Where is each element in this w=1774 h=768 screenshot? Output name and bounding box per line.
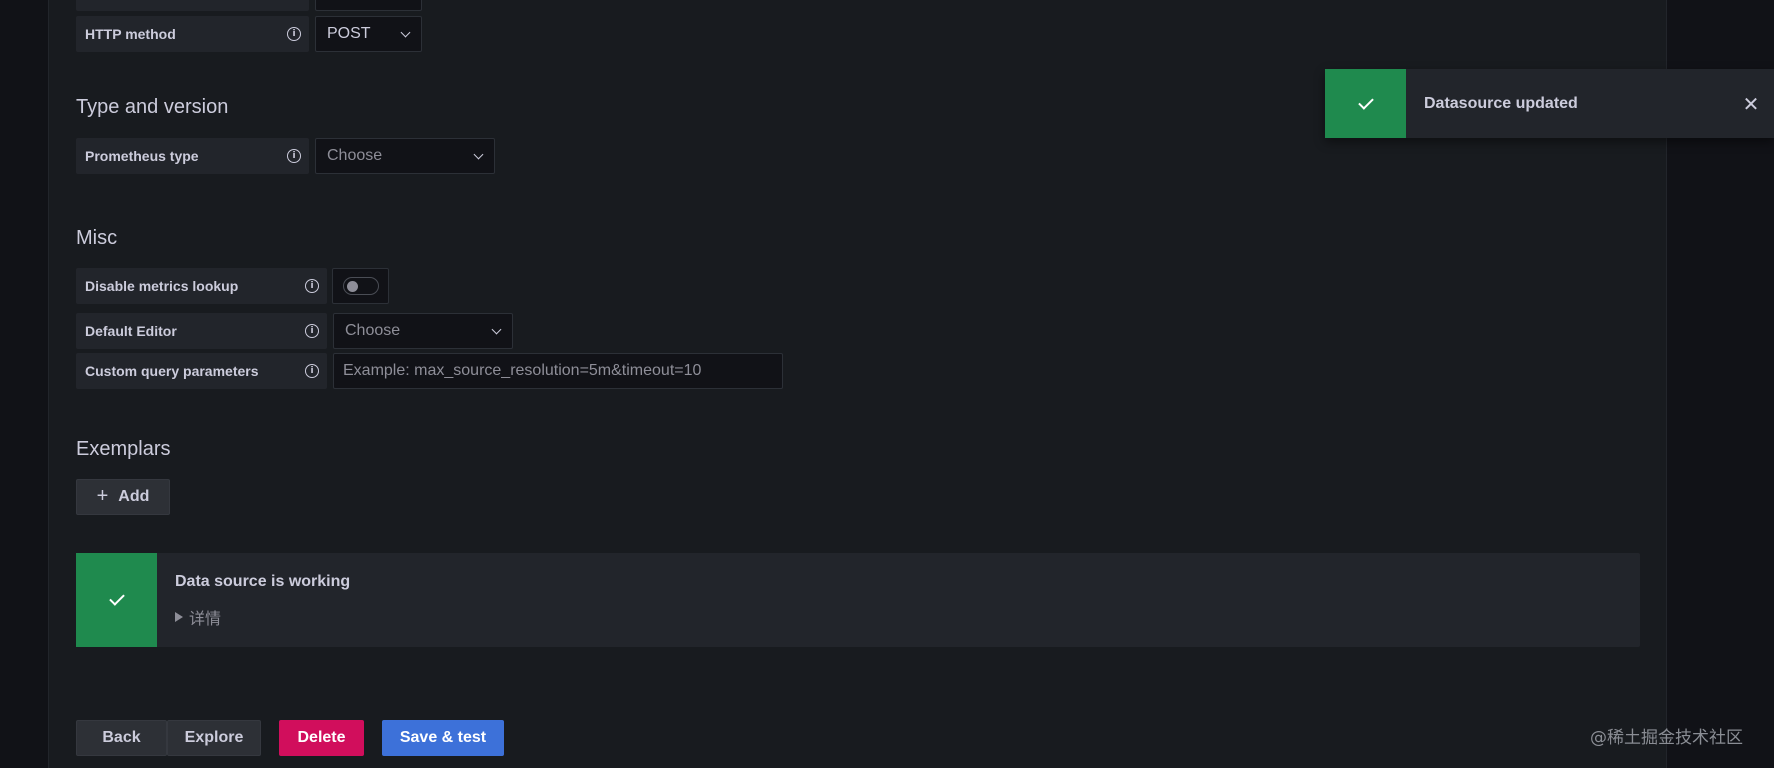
custom-query-label-box: Custom query parameters i [76, 353, 327, 389]
info-icon[interactable]: i [305, 364, 319, 378]
check-icon [1357, 93, 1374, 110]
cut-off-label-row [76, 0, 309, 11]
cut-off-input[interactable] [315, 0, 422, 11]
disable-metrics-label-box: Disable metrics lookup i [76, 268, 327, 304]
alert-icon-box [76, 553, 157, 647]
close-icon[interactable]: ✕ [1728, 69, 1774, 138]
info-icon[interactable]: i [305, 279, 319, 293]
alert-details-toggle[interactable]: 详情 [175, 605, 350, 629]
disable-metrics-label: Disable metrics lookup [85, 278, 239, 294]
watermark: @稀土掘金技术社区 [1590, 728, 1743, 748]
datasource-working-alert: Data source is working 详情 [76, 553, 1640, 647]
disable-metrics-toggle[interactable] [342, 277, 379, 295]
chevron-down-icon [473, 149, 484, 159]
info-icon[interactable]: i [287, 27, 301, 41]
add-exemplar-label: Add [118, 488, 150, 505]
info-icon[interactable]: i [287, 149, 301, 163]
prometheus-type-label: Prometheus type [85, 148, 199, 164]
custom-query-input[interactable] [333, 353, 783, 389]
misc-title: Misc [76, 227, 118, 249]
prometheus-type-label-box: Prometheus type i [76, 138, 309, 174]
default-editor-placeholder: Choose [345, 322, 401, 339]
plus-icon: + [96, 485, 109, 507]
alert-body: Data source is working 详情 [157, 553, 368, 647]
default-editor-label-box: Default Editor i [76, 313, 327, 349]
save-test-button[interactable]: Save & test [382, 720, 504, 756]
default-editor-select[interactable]: Choose [333, 313, 513, 349]
disable-metrics-toggle-wrap [332, 268, 389, 304]
chevron-down-icon [491, 324, 502, 334]
check-icon [108, 590, 125, 606]
add-exemplar-button[interactable]: + Add [76, 479, 170, 515]
prometheus-type-placeholder: Choose [327, 147, 383, 164]
http-method-select[interactable]: POST [315, 16, 422, 52]
toast-message: Datasource updated [1424, 94, 1578, 112]
http-method-label: HTTP method [85, 26, 176, 42]
info-icon[interactable]: i [305, 324, 319, 338]
triangle-right-icon [175, 612, 183, 622]
http-method-value: POST [327, 25, 371, 42]
custom-query-label: Custom query parameters [85, 363, 259, 379]
prometheus-type-select[interactable]: Choose [315, 138, 495, 174]
toast-notification: Datasource updated ✕ [1325, 69, 1774, 138]
type-version-title: Type and version [76, 96, 229, 118]
default-editor-label: Default Editor [85, 323, 177, 339]
exemplars-title: Exemplars [76, 438, 171, 460]
explore-button[interactable]: Explore [167, 720, 261, 756]
alert-title: Data source is working [175, 573, 351, 590]
http-method-label-box: HTTP method i [76, 16, 309, 52]
delete-button[interactable]: Delete [279, 720, 364, 756]
toast-icon-box [1325, 69, 1406, 138]
left-gutter [0, 0, 48, 768]
alert-details-label: 详情 [189, 611, 222, 628]
toggle-knob [346, 281, 358, 292]
chevron-down-icon [400, 27, 411, 37]
back-button[interactable]: Back [76, 720, 167, 756]
